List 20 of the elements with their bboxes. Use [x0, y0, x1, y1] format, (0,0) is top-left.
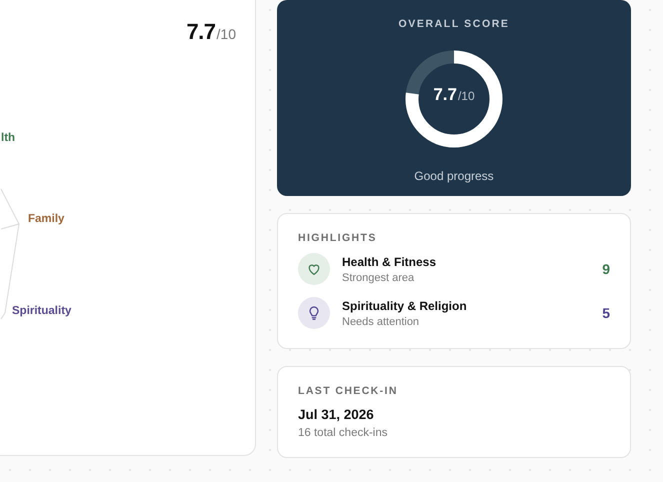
area-name: Health & Fitness	[342, 254, 438, 268]
score-value: 7.7	[433, 85, 457, 105]
area-name: Spirituality & Religion	[342, 298, 468, 312]
card-title: LAST CHECK-IN	[298, 385, 399, 397]
card-title: HIGHLIGHTS	[298, 232, 378, 244]
area-note: Strongest area	[342, 272, 416, 284]
lightbulb-icon	[298, 297, 330, 329]
area-note: Needs attention	[342, 316, 420, 328]
score-max: /10	[216, 26, 236, 42]
card-title: OVERALL SCORE	[398, 18, 510, 30]
score-max: /10	[458, 89, 475, 103]
area-score: 9	[602, 261, 610, 277]
score-value: 7.7	[186, 19, 216, 45]
checkin-date: Jul 31, 2026	[298, 407, 375, 422]
checkin-count: 16 total check-ins	[298, 427, 388, 439]
area-score: 5	[602, 305, 610, 321]
axis-label: Family	[28, 213, 64, 225]
axis-label: lth	[1, 132, 16, 144]
axis-label: Spirituality	[12, 305, 72, 317]
score-caption: Good progress	[414, 169, 494, 183]
